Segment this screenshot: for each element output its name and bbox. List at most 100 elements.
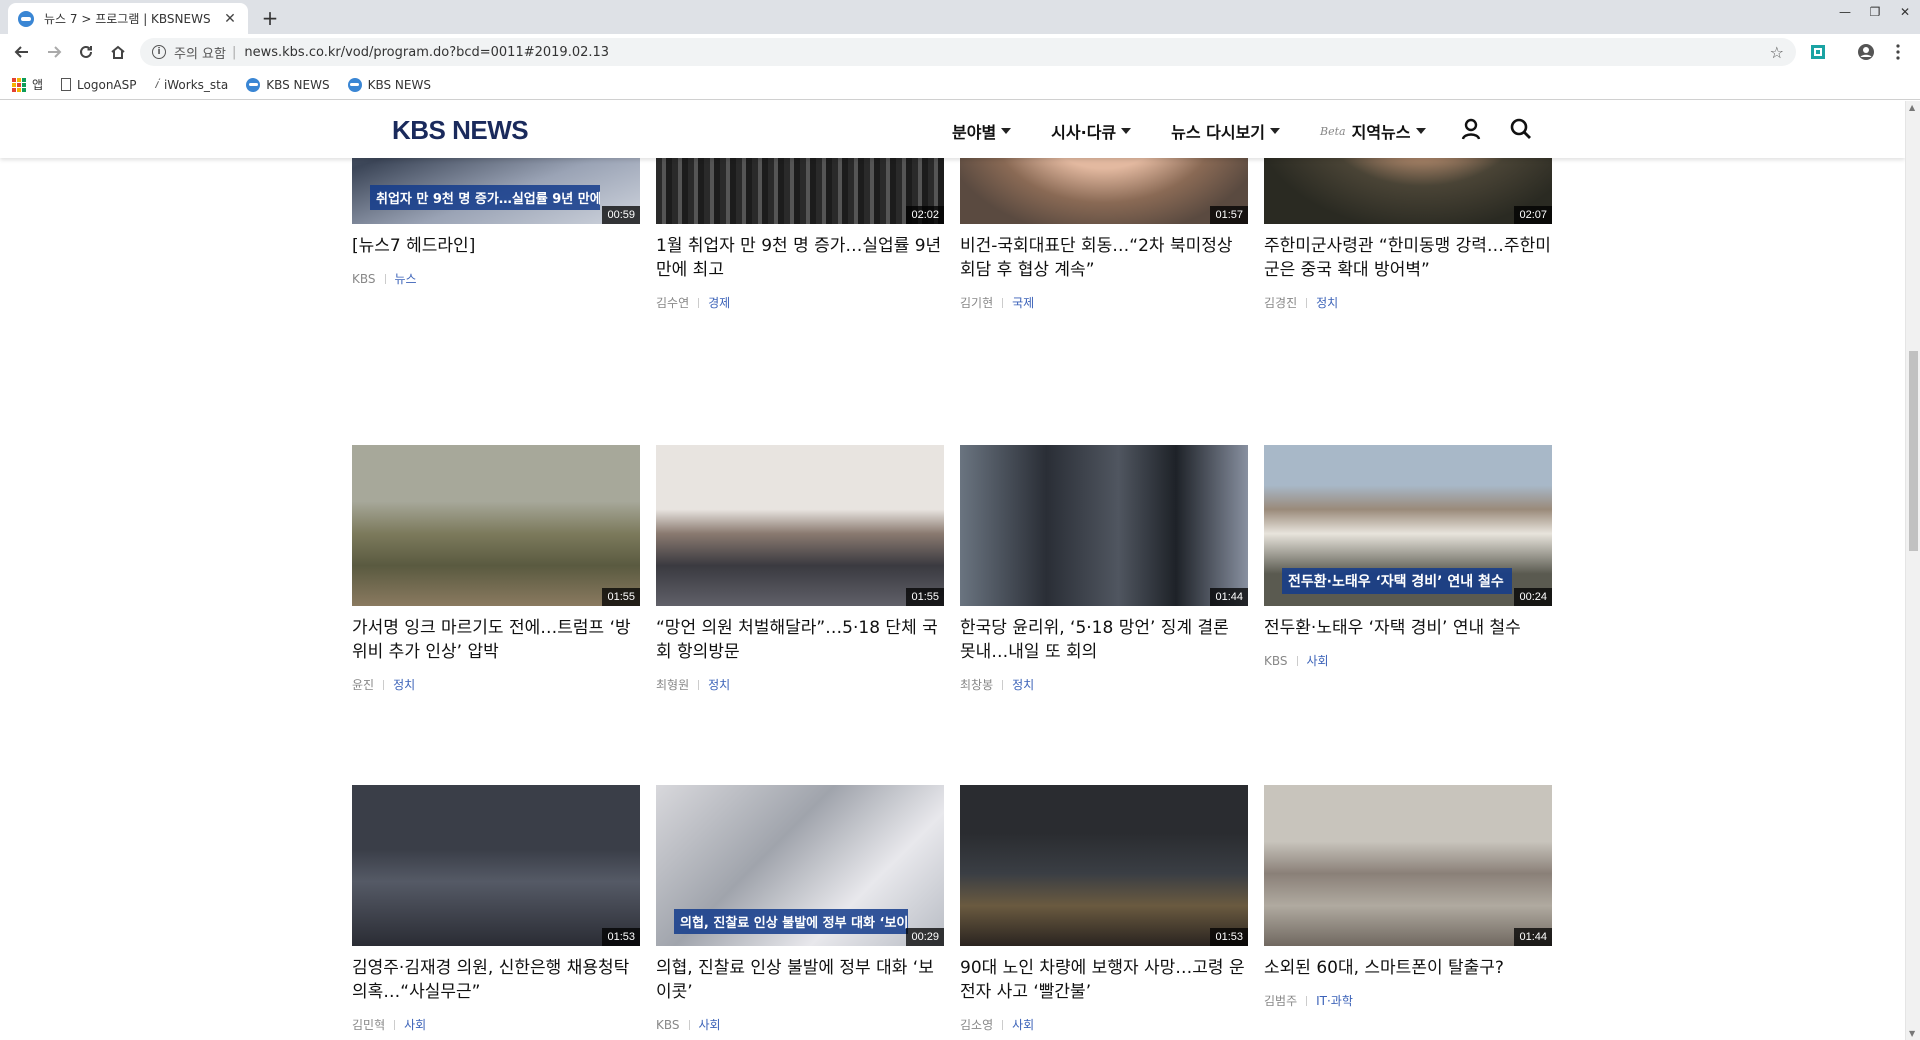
video-thumbnail[interactable]: 01:44 — [960, 445, 1248, 606]
video-thumbnail[interactable]: 01:55 — [656, 445, 944, 606]
menu-kebab-icon[interactable] — [1888, 42, 1908, 62]
news-card[interactable]: 01:55 “망언 의원 처벌해달라”…5·18 단체 국회 항의방문 최형원 정… — [656, 445, 944, 693]
nav-item-news-replay[interactable]: 뉴스 다시보기 — [1171, 119, 1281, 143]
window-close-icon[interactable]: ✕ — [1890, 0, 1920, 24]
extension-icon[interactable] — [1808, 42, 1828, 62]
bookmark-logonasp[interactable]: LogonASP — [61, 78, 137, 92]
scroll-down-icon[interactable]: ▼ — [1909, 1029, 1915, 1038]
reporter-name: 최형원 — [656, 678, 690, 692]
news-card[interactable]: 전두환·노태우 ‘자택 경비’ 연내 철수 00:24 전두환·노태우 ‘자택 … — [1264, 445, 1552, 669]
new-tab-button[interactable]: + — [258, 6, 282, 30]
bookmark-kbs-news-1[interactable]: KBS NEWS — [246, 77, 330, 92]
news-card[interactable]: 01:55 가서명 잉크 마르기도 전에…트럼프 ‘방위비 추가 인상’ 압박 … — [352, 445, 640, 693]
card-headline[interactable]: 가서명 잉크 마르기도 전에…트럼프 ‘방위비 추가 인상’ 압박 — [352, 616, 640, 664]
bookmark-apps[interactable]: 앱 — [12, 76, 43, 93]
card-headline[interactable]: 의협, 진찰료 인상 불발에 정부 대화 ‘보이콧’ — [656, 956, 944, 1004]
category-link[interactable]: 정치 — [708, 676, 730, 693]
kbs-favicon-icon — [18, 10, 34, 27]
caret-down-icon — [1415, 128, 1426, 134]
category-link[interactable]: 경제 — [708, 294, 730, 311]
forward-icon[interactable] — [42, 40, 66, 64]
bookmark-kbs-news-2[interactable]: KBS NEWS — [347, 77, 431, 92]
category-link[interactable]: 정치 — [393, 676, 415, 693]
video-thumbnail[interactable]: 전두환·노태우 ‘자택 경비’ 연내 철수 00:24 — [1264, 445, 1552, 606]
news-card[interactable]: 01:44 한국당 윤리위, ‘5·18 망언’ 징계 결론 못내…내일 또 회… — [960, 445, 1248, 693]
video-thumbnail[interactable]: 01:55 — [352, 445, 640, 606]
card-headline[interactable]: 1월 취업자 만 9천 명 증가…실업률 9년 만에 최고 — [656, 234, 944, 282]
card-headline[interactable]: “망언 의원 처벌해달라”…5·18 단체 국회 항의방문 — [656, 616, 944, 664]
card-meta: 윤진 정치 — [352, 676, 640, 693]
nav-label: 분야별 — [952, 123, 997, 142]
bookmarks-bar: 앱 LogonASP 𝑖 iWorks_sta KBS NEWS KBS NEW… — [0, 70, 1920, 100]
iworks-icon: 𝑖 — [154, 77, 158, 92]
card-meta: 최창봉 정치 — [960, 676, 1248, 693]
scroll-up-icon[interactable]: ▲ — [1909, 103, 1915, 112]
thumbnail-caption: 취업자 만 9천 명 증가…실업률 9년 만에 최고 — [370, 185, 600, 210]
kbs-news-logo[interactable]: KBS NEWS — [392, 115, 529, 146]
info-icon[interactable]: i — [152, 45, 166, 59]
scrollbar-thumb[interactable] — [1909, 351, 1918, 551]
reporter-name: KBS — [1264, 653, 1288, 668]
nav-item-regional-news[interactable]: Beta 지역뉴스 — [1320, 119, 1426, 143]
video-thumbnail[interactable]: 의협, 진찰료 인상 불발에 정부 대화 ‘보이콧’ 00:29 — [656, 785, 944, 946]
card-headline[interactable]: 전두환·노태우 ‘자택 경비’ 연내 철수 — [1264, 616, 1552, 640]
reporter-name: 김민혁 — [352, 1018, 386, 1032]
reload-icon[interactable] — [74, 40, 98, 64]
card-headline[interactable]: 소외된 60대, 스마트폰이 탈출구? — [1264, 956, 1552, 980]
duration-badge: 01:57 — [1210, 206, 1248, 224]
category-link[interactable]: 사회 — [404, 1016, 426, 1033]
category-link[interactable]: IT·과학 — [1316, 992, 1353, 1009]
nav-item-current-affairs[interactable]: 시사·다큐 — [1051, 119, 1132, 143]
home-icon[interactable] — [106, 40, 130, 64]
card-headline[interactable]: 주한미군사령관 “한미동맹 강력…주한미군은 중국 확대 방어벽” — [1264, 234, 1552, 282]
tab-title: 뉴스 7 > 프로그램 | KBSNEWS — [44, 12, 211, 26]
nav-item-category[interactable]: 분야별 — [952, 119, 1012, 143]
bookmark-iworks[interactable]: 𝑖 iWorks_sta — [155, 77, 229, 92]
category-link[interactable]: 뉴스 — [395, 270, 417, 287]
category-link[interactable]: 국제 — [1012, 294, 1034, 311]
news-card[interactable]: 01:53 90대 노인 차량에 보행자 사망…고령 운전자 사고 ‘빨간불’ … — [960, 785, 1248, 1033]
url-bar[interactable]: i 주의 요함 | news.kbs.co.kr/vod/program.do?… — [140, 38, 1796, 66]
profile-icon[interactable] — [1856, 42, 1876, 62]
video-thumbnail[interactable]: 01:53 — [352, 785, 640, 946]
caret-down-icon — [1270, 128, 1281, 134]
apps-icon — [12, 77, 26, 92]
news-card[interactable]: 01:44 소외된 60대, 스마트폰이 탈출구? 김범주 IT·과학 — [1264, 785, 1552, 1009]
category-link[interactable]: 사회 — [1012, 1016, 1034, 1033]
nav-label: 시사·다큐 — [1051, 123, 1117, 142]
restore-icon[interactable]: ❐ — [1860, 0, 1890, 24]
video-thumbnail[interactable]: 01:44 — [1264, 785, 1552, 946]
duration-badge: 01:44 — [1210, 588, 1248, 606]
card-meta: 최형원 정치 — [656, 676, 944, 693]
duration-badge: 00:24 — [1514, 588, 1552, 606]
category-link[interactable]: 정치 — [1316, 294, 1338, 311]
news-card[interactable]: 의협, 진찰료 인상 불발에 정부 대화 ‘보이콧’ 00:29 의협, 진찰료… — [656, 785, 944, 1033]
duration-badge: 01:53 — [1210, 928, 1248, 946]
browser-tab[interactable]: 뉴스 7 > 프로그램 | KBSNEWS ✕ — [8, 3, 248, 34]
category-link[interactable]: 정치 — [1012, 676, 1034, 693]
user-icon[interactable] — [1459, 117, 1483, 141]
card-headline[interactable]: [뉴스7 헤드라인] — [352, 234, 640, 258]
duration-badge: 00:29 — [906, 928, 944, 946]
bookmark-label: 앱 — [32, 78, 44, 92]
search-icon[interactable] — [1509, 117, 1533, 141]
category-link[interactable]: 사회 — [699, 1016, 721, 1033]
duration-badge: 01:53 — [602, 928, 640, 946]
video-thumbnail[interactable]: 01:53 — [960, 785, 1248, 946]
back-icon[interactable] — [10, 40, 34, 64]
duration-badge: 00:59 — [602, 206, 640, 224]
news-card[interactable]: 01:53 김영주·김재경 의원, 신한은행 채용청탁 의혹…“사실무근” 김민… — [352, 785, 640, 1033]
card-headline[interactable]: 90대 노인 차량에 보행자 사망…고령 운전자 사고 ‘빨간불’ — [960, 956, 1248, 1004]
category-link[interactable]: 사회 — [1307, 652, 1329, 669]
card-headline[interactable]: 김영주·김재경 의원, 신한은행 채용청탁 의혹…“사실무근” — [352, 956, 640, 1004]
kbs-globe-icon — [347, 77, 362, 92]
page-scrollbar[interactable]: ▲ ▼ — [1905, 101, 1920, 1040]
close-tab-icon[interactable]: ✕ — [222, 11, 238, 27]
url-text[interactable]: news.kbs.co.kr/vod/program.do?bcd=0011#2… — [244, 45, 1769, 60]
minimize-icon[interactable]: — — [1830, 0, 1860, 24]
card-meta: KBS 사회 — [1264, 652, 1552, 669]
bookmark-star-icon[interactable]: ☆ — [1770, 43, 1784, 62]
duration-badge: 01:44 — [1514, 928, 1552, 946]
card-headline[interactable]: 한국당 윤리위, ‘5·18 망언’ 징계 결론 못내…내일 또 회의 — [960, 616, 1248, 664]
card-headline[interactable]: 비건-국회대표단 회동…“2차 북미정상회담 후 협상 계속” — [960, 234, 1248, 282]
